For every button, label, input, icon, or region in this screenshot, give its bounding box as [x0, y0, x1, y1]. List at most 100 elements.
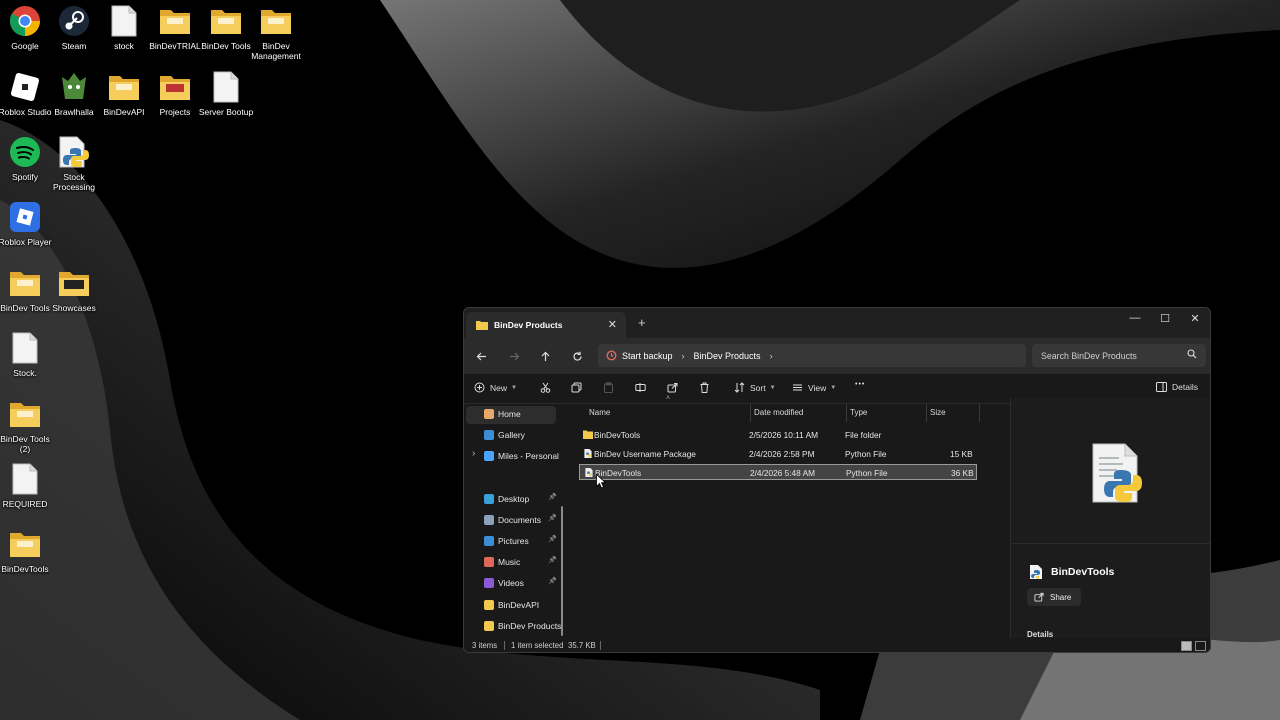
file-icon [12, 463, 38, 495]
sidebar-item-label: Gallery [498, 430, 525, 440]
sidebar-item-miles-personal[interactable]: Miles - Personal [484, 447, 559, 465]
back-button[interactable] [473, 348, 489, 364]
status-selected: 1 item selected [511, 641, 564, 650]
desktop-icon-bindevtrial[interactable]: BinDevTRIAL [148, 4, 202, 51]
sidebar-item-home[interactable]: Home [484, 405, 521, 423]
videos-icon [484, 578, 494, 588]
column-divider[interactable] [846, 404, 847, 422]
sidebar-item-videos[interactable]: Videos [484, 574, 524, 592]
status-separator [600, 641, 601, 650]
file-icon [111, 5, 137, 37]
column-header-date-modified[interactable]: Date modified [754, 408, 803, 417]
desktop-icon-graphic [57, 266, 91, 300]
view-list-icon [793, 384, 802, 391]
desktop-icon-stock[interactable]: stock [97, 4, 151, 51]
file-row[interactable]: BinDev Username Package 2/4/2026 2:58 PM P… [579, 446, 977, 462]
file-explorer-window[interactable]: BinDev Products ✕ + — ☐ ✕ Start backup ›… [463, 307, 1211, 653]
view-button[interactable]: View ▼ [792, 382, 836, 393]
pin-icon: 📌 [548, 536, 557, 543]
column-divider[interactable] [926, 404, 927, 422]
refresh-button[interactable] [569, 348, 585, 364]
desktop-icon-stock-processing[interactable]: Stock Processing [47, 135, 101, 192]
breadcrumb-separator[interactable]: › [770, 351, 773, 361]
sidebar-item-desktop[interactable]: Desktop [484, 490, 529, 508]
file-row[interactable]: BinDevTools 2/5/2026 10:11 AM File folder [579, 427, 977, 443]
sidebar-item-bindevapi[interactable]: BinDevAPI [484, 596, 539, 614]
desktop-icon-graphic [57, 4, 91, 38]
desktop-icon-graphic [8, 135, 42, 169]
expand-chevron-icon[interactable]: › [472, 448, 475, 459]
more-options-button[interactable]: ••• [855, 381, 865, 388]
documents-icon [484, 515, 494, 525]
folder-icon [109, 76, 139, 100]
title-bar[interactable]: BinDev Products ✕ + — ☐ ✕ [464, 308, 1210, 338]
desktop-icon-server-bootup[interactable]: Server Bootup [199, 70, 253, 117]
details-view-toggle[interactable] [1181, 641, 1192, 651]
search-input[interactable]: Search BinDev Products [1032, 344, 1206, 367]
new-tab-button[interactable]: + [638, 315, 646, 330]
sort-button[interactable]: Sort ▼ [734, 382, 776, 393]
desktop-icon-bindev-management[interactable]: BinDev Management [249, 4, 303, 61]
desktop-icon-graphic [57, 135, 91, 169]
sidebar-item-bindev-products[interactable]: BinDev Products [484, 617, 561, 635]
file-date-modified: 2/4/2026 5:48 AM [750, 468, 816, 478]
column-header-type[interactable]: Type [850, 408, 867, 417]
file-row[interactable]: BinDevTools 2/4/2026 5:48 AM Python File 36… [579, 464, 977, 480]
sidebar-item-pictures[interactable]: Pictures [484, 532, 529, 550]
copy-button[interactable] [571, 382, 582, 393]
file-date-modified: 2/4/2026 2:58 PM [749, 449, 815, 459]
spotify-icon [10, 137, 40, 167]
desktop-icon-bindevapi[interactable]: BinDevAPI [97, 70, 151, 117]
forward-button[interactable] [506, 348, 522, 364]
desktop-icon-label: Stock Processing [52, 172, 96, 192]
address-bar[interactable]: Start backup › BinDev Products › [598, 344, 1026, 367]
backup-icon [606, 350, 617, 361]
new-button[interactable]: New ▼ [474, 382, 517, 393]
desktop-icon-roblox-player[interactable]: Roblox Player [0, 200, 52, 247]
minimize-button[interactable]: — [1120, 308, 1150, 328]
rename-button[interactable] [635, 382, 646, 393]
desktop-icon-graphic [8, 331, 42, 365]
details-pane-button[interactable]: Details [1156, 382, 1198, 392]
up-button[interactable] [537, 348, 553, 364]
desktop-icon-showcases[interactable]: Showcases [47, 266, 101, 313]
status-bar: 3 items 1 item selected 35.7 KB [464, 638, 1210, 652]
chevron-down-icon: ▼ [511, 384, 517, 391]
column-divider[interactable] [750, 404, 751, 422]
share-icon [1034, 592, 1044, 602]
sidebar-item-music[interactable]: Music [484, 553, 520, 571]
desktop-icon-stock-[interactable]: Stock. [0, 331, 52, 378]
paste-button[interactable] [603, 382, 614, 393]
maximize-button[interactable]: ☐ [1150, 308, 1180, 328]
sidebar-item-gallery[interactable]: Gallery [484, 426, 525, 444]
close-tab-icon[interactable]: ✕ [608, 318, 617, 331]
file-icon [213, 71, 239, 103]
column-header-size[interactable]: Size [930, 408, 946, 417]
desktop-icon-required[interactable]: REQUIRED [0, 462, 52, 509]
folder-icon [261, 10, 291, 34]
close-window-button[interactable]: ✕ [1180, 308, 1210, 328]
breadcrumb-start-backup[interactable]: Start backup [622, 351, 673, 361]
delete-button[interactable] [699, 382, 710, 393]
tab-bindev-products[interactable]: BinDev Products ✕ [466, 312, 626, 338]
share-button[interactable] [667, 382, 678, 393]
desktop-icon-bindev-tools-2-[interactable]: BinDev Tools (2) [0, 397, 52, 454]
cut-button[interactable] [540, 382, 551, 393]
details-share-button[interactable]: Share [1027, 588, 1081, 606]
details-label: Details [1172, 382, 1198, 392]
arrow-right-icon [509, 352, 519, 360]
desktop-icon-graphic [107, 4, 141, 38]
breadcrumb-bindev-products[interactable]: BinDev Products [694, 351, 761, 361]
desktop-icon-projects[interactable]: Projects [148, 70, 202, 117]
column-divider[interactable] [979, 404, 980, 422]
desktop-icon-bindevtools[interactable]: BinDevTools [0, 527, 52, 574]
tiles-view-toggle[interactable] [1195, 641, 1206, 651]
sidebar-scrollbar[interactable] [561, 506, 563, 636]
column-header-name[interactable]: Name [589, 408, 610, 417]
python-file-icon [1030, 565, 1042, 579]
file-list: Name ˄ Date modified Type Size BinDevToo… [574, 395, 1010, 638]
roblox-studio-icon [10, 72, 40, 102]
file-type: Python File [845, 449, 887, 459]
search-placeholder: Search BinDev Products [1041, 350, 1137, 361]
sidebar-item-documents[interactable]: Documents [484, 511, 541, 529]
